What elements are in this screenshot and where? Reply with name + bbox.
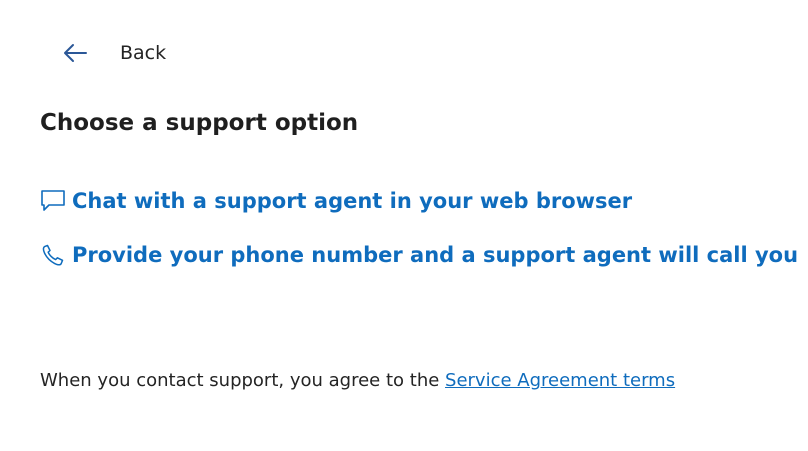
phone-option-label[interactable]: Provide your phone number and a support … xyxy=(72,243,798,267)
chat-option-label[interactable]: Chat with a support agent in your web br… xyxy=(72,189,632,213)
back-button[interactable]: Back xyxy=(60,36,166,70)
service-agreement-link[interactable]: Service Agreement terms xyxy=(445,370,675,391)
support-agreement-notice: When you contact support, you agree to t… xyxy=(40,370,675,391)
chat-support-option[interactable]: Chat with a support agent in your web br… xyxy=(40,188,632,214)
back-label: Back xyxy=(120,42,167,64)
chat-bubble-icon xyxy=(40,188,66,214)
phone-callback-option[interactable]: Provide your phone number and a support … xyxy=(40,242,798,268)
agreement-text: When you contact support, you agree to t… xyxy=(40,370,446,391)
phone-icon xyxy=(40,242,66,268)
page-title: Choose a support option xyxy=(40,110,359,136)
arrow-left-icon xyxy=(60,41,90,65)
